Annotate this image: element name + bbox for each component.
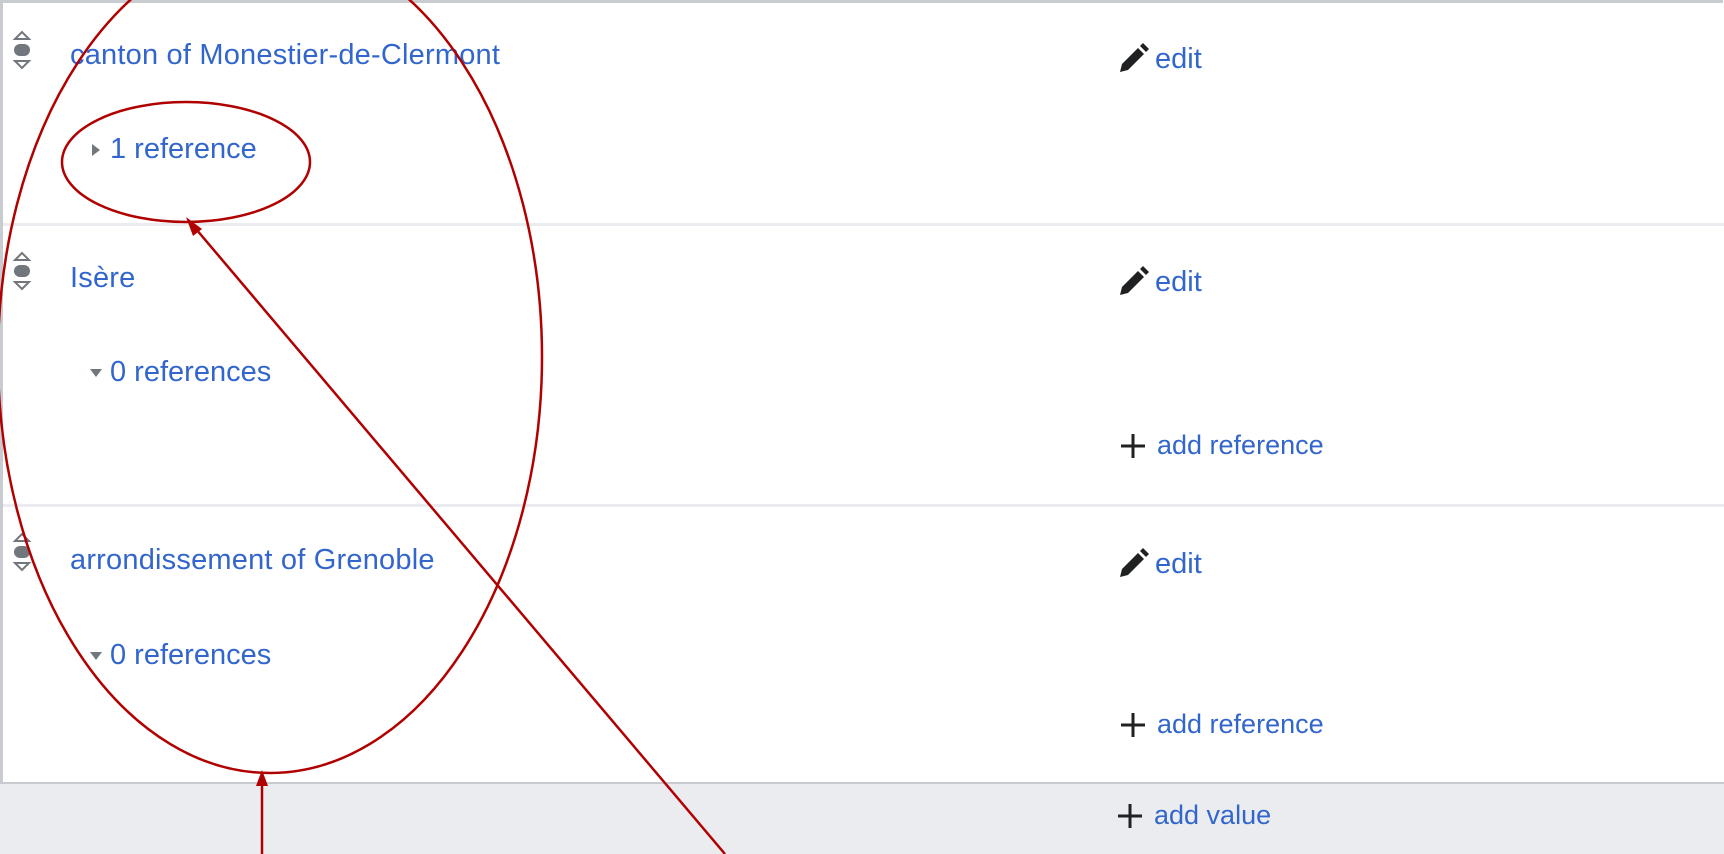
edit-label: edit — [1155, 265, 1202, 298]
edit-button[interactable]: edit — [1113, 39, 1202, 79]
pencil-icon — [1113, 39, 1153, 79]
rank-selector-icon[interactable] — [11, 531, 33, 575]
add-reference-label: add reference — [1157, 430, 1324, 460]
references-count: 0 references — [110, 356, 272, 388]
references-count: 0 references — [110, 639, 272, 671]
statement-value-link[interactable]: Isère — [70, 262, 135, 295]
plus-icon — [1119, 711, 1147, 739]
references-toggle[interactable]: 0 references — [88, 356, 271, 389]
statement-value-link[interactable]: arrondissement of Grenoble — [70, 544, 435, 577]
plus-icon — [1116, 802, 1144, 830]
triangle-down-icon — [88, 648, 104, 664]
triangle-down-icon — [88, 365, 104, 381]
references-toggle[interactable]: 1 reference — [88, 133, 257, 166]
add-value-label: add value — [1154, 800, 1272, 830]
statement-row: arrondissement of Grenoble edit 0 refere… — [3, 507, 1724, 782]
add-reference-button[interactable]: add reference — [1119, 430, 1324, 461]
pencil-icon — [1113, 262, 1153, 302]
pencil-icon — [1113, 544, 1153, 584]
edit-button[interactable]: edit — [1113, 544, 1202, 584]
rank-selector-icon[interactable] — [11, 250, 33, 294]
add-value-button[interactable]: add value — [1116, 800, 1271, 831]
statement-row: canton of Monestier-de-Clermont edit 1 r… — [3, 3, 1724, 226]
statement-group-footer: add value — [0, 782, 1724, 854]
references-count: 1 reference — [110, 133, 257, 165]
statement-row: Isère edit 0 references add reference — [3, 226, 1724, 507]
plus-icon — [1119, 432, 1147, 460]
edit-label: edit — [1155, 547, 1202, 580]
add-reference-button[interactable]: add reference — [1119, 709, 1324, 740]
edit-label: edit — [1155, 42, 1202, 75]
edit-button[interactable]: edit — [1113, 262, 1202, 302]
add-reference-label: add reference — [1157, 709, 1324, 739]
references-toggle[interactable]: 0 references — [88, 639, 271, 672]
rank-selector-icon[interactable] — [11, 29, 33, 73]
triangle-right-icon — [88, 142, 104, 158]
statement-group: canton of Monestier-de-Clermont edit 1 r… — [0, 0, 1724, 854]
statement-value-link[interactable]: canton of Monestier-de-Clermont — [70, 39, 500, 72]
